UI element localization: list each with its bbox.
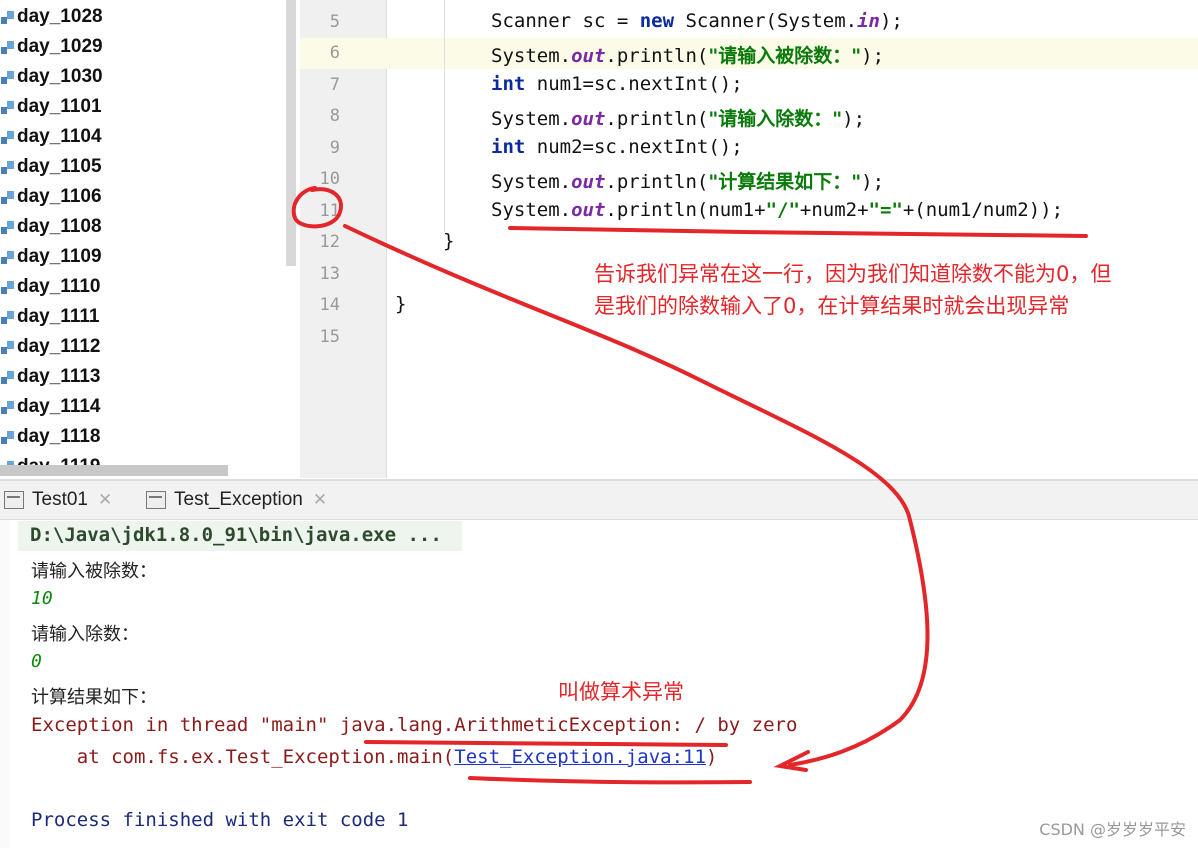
underline-stack-link [468, 776, 752, 785]
annotation-note-line2: 是我们的除数输入了0，在计算结果时就会出现异常 [594, 294, 1070, 318]
annotation-note-line1: 告诉我们异常在这一行，因为我们知道除数不能为0，但 [594, 262, 1112, 286]
annotation-drawings [291, 186, 1088, 785]
watermark: CSDN @岁岁岁平安 [1039, 820, 1186, 839]
underline-line-11 [508, 226, 1088, 238]
underline-exception [364, 740, 728, 747]
annotation-arithmetic-exception: 叫做算术异常 [558, 680, 684, 704]
circle-line-11 [291, 186, 343, 229]
